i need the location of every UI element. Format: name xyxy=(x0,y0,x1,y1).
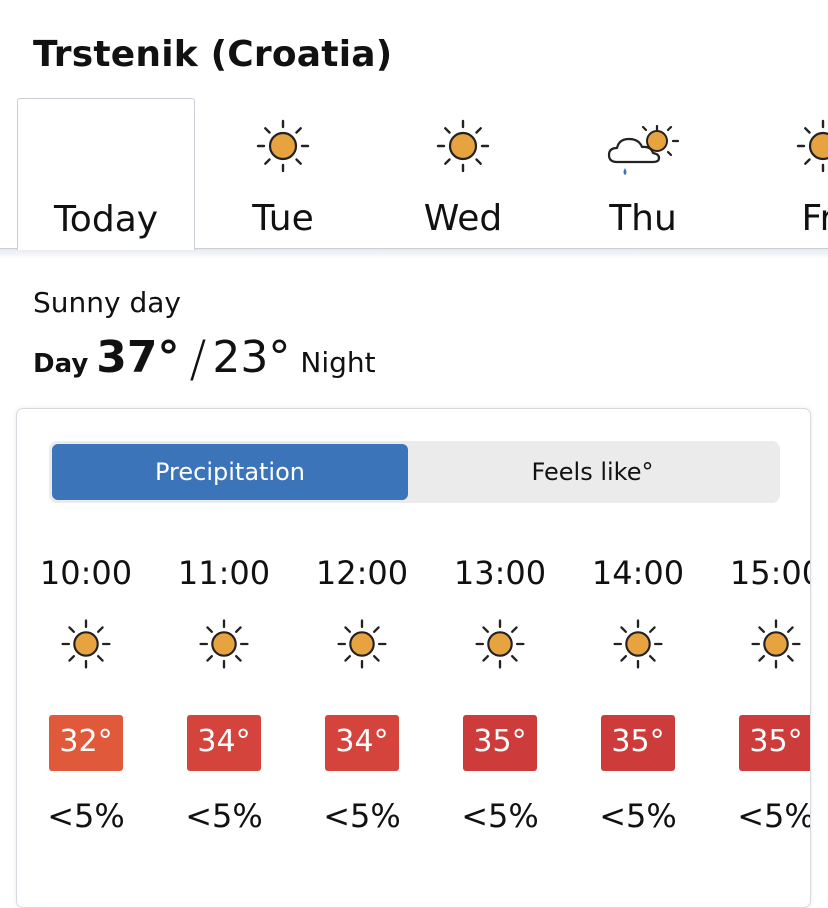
hour-time: 12:00 xyxy=(315,554,409,592)
day-night-temps: Day 37°/23° Night xyxy=(33,326,376,388)
day-tab-label: Fri xyxy=(801,198,828,239)
location-title: Trstenik (Croatia) xyxy=(33,34,393,75)
hour-item: 14:00 35° <5% xyxy=(569,549,707,849)
day-tab-tue[interactable]: Tue xyxy=(194,98,372,250)
view-toggle: Precipitation Feels like° xyxy=(49,441,780,503)
sun-icon xyxy=(61,619,111,669)
day-tab-thu[interactable]: Thu xyxy=(554,98,732,250)
sun-icon xyxy=(796,119,828,173)
hour-time: 14:00 xyxy=(591,554,685,592)
hour-item: 11:00 34° <5% xyxy=(155,549,293,849)
day-tab-fri[interactable]: Fri xyxy=(734,98,828,250)
hour-temperature-badge: 35° xyxy=(463,715,537,771)
sun-icon xyxy=(337,619,387,669)
sun-cloud-rain-icon xyxy=(607,124,680,175)
day-tab-label: Thu xyxy=(609,198,677,239)
hourly-list[interactable]: 10:00 32° <5% 11:00 34° <5% 12:00 34° <5… xyxy=(17,549,811,849)
day-tab-today[interactable]: Today xyxy=(17,98,195,250)
day-tabs: Today Tue Wed Thu Fr xyxy=(0,98,828,250)
temp-separator: / xyxy=(189,330,207,388)
sun-icon xyxy=(256,119,310,173)
weather-description: Sunny day xyxy=(33,286,181,319)
hour-time: 13:00 xyxy=(453,554,547,592)
hour-precipitation: <5% xyxy=(599,797,677,835)
hour-time: 15:00 xyxy=(729,554,810,592)
hour-item: 10:00 32° <5% xyxy=(17,549,155,849)
hour-time: 11:00 xyxy=(177,554,271,592)
day-tab-label: Wed xyxy=(423,198,503,239)
night-label: Night xyxy=(300,346,376,379)
hour-time: 10:00 xyxy=(39,554,133,592)
day-temperature: 37° xyxy=(96,332,180,383)
hour-precipitation: <5% xyxy=(737,797,811,835)
hour-item: 15:00 35° <5% xyxy=(707,549,811,849)
sun-icon xyxy=(199,619,249,669)
hour-item: 13:00 35° <5% xyxy=(431,549,569,849)
day-tab-wed[interactable]: Wed xyxy=(374,98,552,250)
hour-temperature-badge: 34° xyxy=(325,715,399,771)
hour-precipitation: <5% xyxy=(185,797,263,835)
hour-item: 12:00 34° <5% xyxy=(293,549,431,849)
sun-icon xyxy=(613,619,663,669)
day-tab-label: Today xyxy=(53,199,159,240)
toggle-precipitation[interactable]: Precipitation xyxy=(52,444,408,500)
hourly-card: Precipitation Feels like° 10:00 32° <5% … xyxy=(16,408,811,908)
hour-precipitation: <5% xyxy=(47,797,125,835)
hour-precipitation: <5% xyxy=(461,797,539,835)
day-tab-label: Tue xyxy=(252,198,314,239)
hour-temperature-badge: 34° xyxy=(187,715,261,771)
sun-icon xyxy=(475,619,525,669)
hour-precipitation: <5% xyxy=(323,797,401,835)
sun-icon xyxy=(751,619,801,669)
hour-temperature-badge: 35° xyxy=(739,715,810,771)
hour-temperature-badge: 35° xyxy=(601,715,675,771)
tabs-shadow xyxy=(0,249,828,259)
toggle-feels-like[interactable]: Feels like° xyxy=(408,444,777,500)
night-temperature: 23° xyxy=(212,332,291,383)
sun-icon xyxy=(436,119,490,173)
hour-temperature-badge: 32° xyxy=(49,715,123,771)
day-label: Day xyxy=(33,349,89,379)
